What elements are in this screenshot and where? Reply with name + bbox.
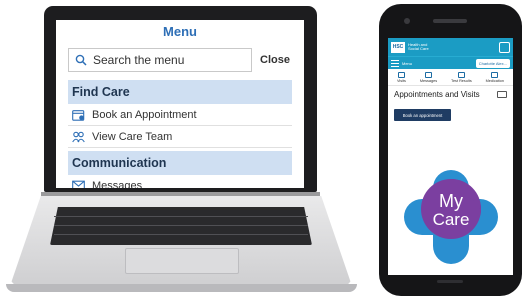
menu-item-label: View Care Team: [92, 130, 173, 143]
laptop-foot: [6, 284, 357, 292]
menu-item-view-care-team[interactable]: View Care Team: [68, 126, 292, 148]
home-indicator: [437, 280, 463, 283]
page-title: Appointments and Visits: [394, 90, 480, 99]
user-switcher[interactable]: Charlotte Alex...: [475, 58, 510, 68]
device-mockup: Menu Search the menu Close Find Care Boo…: [0, 0, 525, 302]
tab-label: Visits: [396, 79, 406, 83]
menu-item-label: Book an Appointment: [92, 108, 197, 121]
tab-label: Medication: [485, 79, 504, 83]
laptop-hinge: [41, 192, 320, 196]
search-placeholder: Search the menu: [93, 53, 185, 67]
menu-label[interactable]: Menu: [402, 61, 412, 66]
phone-tab-bar: Visits Messages Test Results Medication: [388, 69, 513, 86]
calendar-icon: [72, 109, 85, 121]
camera-icon: [404, 18, 410, 24]
visits-icon: [397, 72, 405, 78]
tab-label: Messages: [419, 79, 438, 83]
logo-word-care: Care: [433, 210, 470, 229]
logout-icon[interactable]: [499, 41, 510, 53]
tab-medication[interactable]: Medication: [486, 72, 504, 83]
org-name: Health and Social Care: [408, 41, 429, 51]
phone-subheader: Menu Charlotte Alex...: [388, 56, 513, 69]
laptop-trackpad: [125, 248, 239, 274]
search-input[interactable]: Search the menu: [68, 48, 252, 72]
phone-app-header: HSC Health and Social Care: [388, 38, 513, 56]
book-appointment-button[interactable]: Book an appointment: [394, 109, 451, 121]
logo-word-my: My: [439, 191, 463, 211]
keyboard-row: [54, 225, 308, 226]
people-icon: [72, 131, 85, 142]
hamburger-icon[interactable]: [391, 59, 399, 67]
tab-label: Test Results: [451, 79, 472, 83]
hsc-logo: HSC: [391, 41, 405, 53]
keyboard-row: [54, 216, 308, 217]
tab-visits[interactable]: Visits: [397, 72, 406, 83]
page-heading-row: Appointments and Visits: [388, 86, 513, 99]
section-communication: Communication: [68, 151, 292, 175]
envelope-icon: [72, 180, 85, 188]
menu-header: Menu: [56, 20, 304, 42]
search-icon: [75, 54, 87, 66]
envelope-icon: [425, 72, 432, 78]
menu-item-label: Messages: [92, 179, 143, 189]
phone-speaker: [433, 19, 467, 23]
laptop-screen: Menu Search the menu Close Find Care Boo…: [56, 20, 304, 188]
tab-test-results[interactable]: Test Results: [451, 72, 472, 83]
laptop-keyboard: [50, 207, 312, 245]
menu-item-messages[interactable]: Messages: [68, 175, 292, 188]
test-results-icon: [457, 72, 465, 78]
menu-item-book-appointment[interactable]: Book an Appointment: [68, 104, 292, 126]
tab-messages[interactable]: Messages: [420, 72, 437, 83]
close-button[interactable]: Close: [260, 54, 290, 66]
menu-title: Menu: [163, 23, 197, 39]
print-icon[interactable]: [497, 91, 507, 98]
search-row: Search the menu Close: [56, 48, 304, 72]
keyboard-row: [54, 234, 308, 235]
phone-screen: HSC Health and Social Care Menu Charlott…: [388, 38, 513, 275]
section-find-care: Find Care: [68, 80, 292, 104]
medication-icon: [491, 72, 499, 78]
mycare-logo: My Care: [404, 170, 498, 264]
